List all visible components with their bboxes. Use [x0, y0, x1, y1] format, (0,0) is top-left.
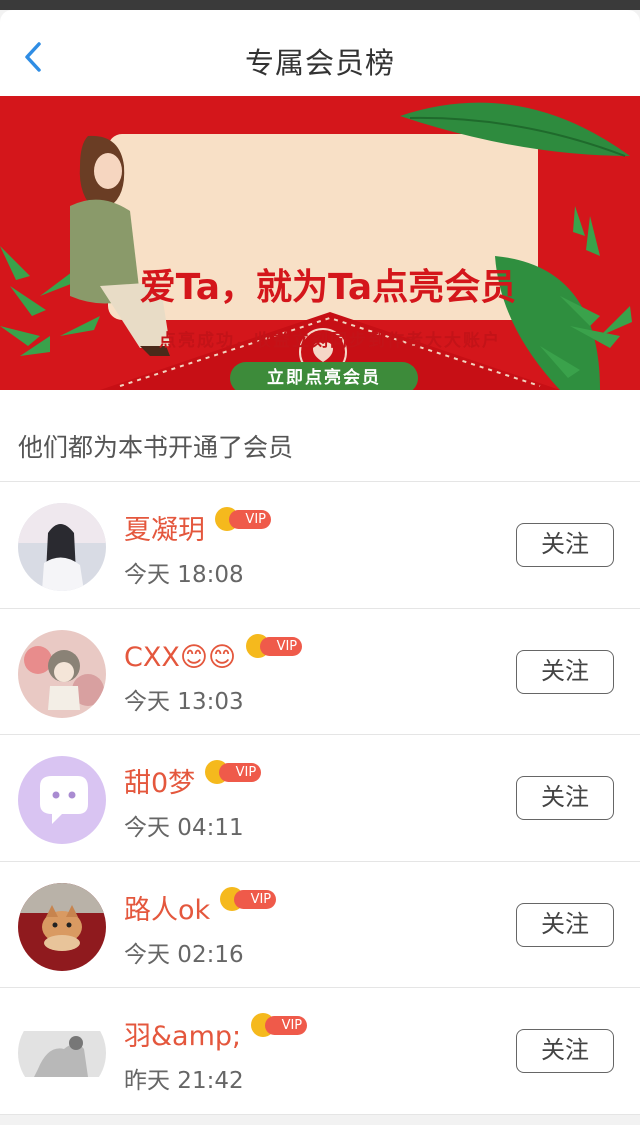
vip-badge: VIP — [205, 760, 262, 784]
list-item[interactable]: 路人ok VIP 今天 02:16 关注 — [0, 862, 640, 988]
banner-subtitle: 点亮成功，收益立刻同步到作者大大账户 — [159, 331, 501, 351]
member-name: 路人ok — [124, 894, 211, 926]
list-item[interactable]: 甜0梦 VIP 今天 04:11 关注 — [0, 735, 640, 862]
vip-badge: VIP — [251, 1013, 308, 1037]
member-name-row: 夏凝玥 VIP — [124, 507, 271, 547]
member-name-row: 路人ok VIP — [124, 886, 277, 927]
member-name-row: 羽&amp; VIP — [124, 1013, 308, 1053]
avatar[interactable] — [18, 756, 106, 844]
page-title: 专属会员榜 — [244, 46, 395, 80]
member-time: 昨天 21:42 — [124, 1068, 244, 1094]
vip-label: VIP — [234, 889, 277, 909]
vip-label: VIP — [219, 763, 262, 782]
avatar-image — [18, 1009, 106, 1097]
avatar[interactable] — [18, 882, 106, 971]
avatar[interactable] — [18, 629, 106, 718]
member-name-row: CXX😊😊 VIP — [124, 633, 303, 673]
member-time: 今天 18:08 — [124, 562, 244, 588]
vip-label: VIP — [265, 1016, 308, 1035]
vip-badge: VIP — [246, 633, 303, 658]
vip-label: VIP — [260, 636, 303, 656]
default-avatar-icon — [18, 756, 106, 844]
status-bar — [0, 0, 640, 10]
member-time: 今天 04:11 — [124, 815, 244, 841]
nav-bar: 专属会员榜 — [0, 10, 640, 96]
avatar[interactable] — [18, 1009, 106, 1097]
follow-button[interactable]: 关注 — [516, 902, 614, 947]
section-heading: 他们都为本书开通了会员 — [18, 433, 294, 462]
activate-membership-button[interactable]: 立即点亮会员 — [230, 362, 418, 390]
member-list: 夏凝玥 VIP 今天 18:08 关注 CXX😊😊 VIP 今天 13:03 关注 — [0, 482, 640, 1115]
promo-banner[interactable]: 爱Ta，就为Ta点亮会员 点亮成功，收益立刻同步到作者大大账户 立即点亮会员 — [0, 96, 640, 390]
vip-badge: VIP — [220, 886, 277, 911]
avatar[interactable] — [18, 503, 106, 591]
avatar-image — [18, 629, 106, 718]
follow-button[interactable]: 关注 — [516, 649, 614, 694]
avatar-image — [18, 503, 106, 591]
list-item[interactable]: CXX😊😊 VIP 今天 13:03 关注 — [0, 609, 640, 735]
member-name: 夏凝玥 — [124, 515, 205, 546]
members-section-header: 他们都为本书开通了会员 — [0, 390, 640, 482]
vip-label: VIP — [229, 510, 271, 529]
avatar-image — [18, 882, 106, 971]
member-name: CXX😊😊 — [124, 641, 237, 673]
member-name: 甜0梦 — [124, 768, 196, 799]
vip-badge: VIP — [215, 507, 271, 531]
member-name-row: 甜0梦 VIP — [124, 760, 262, 800]
list-item[interactable]: 羽&amp; VIP 昨天 21:42 关注 — [0, 988, 640, 1115]
follow-button[interactable]: 关注 — [516, 776, 614, 820]
member-time: 今天 02:16 — [124, 941, 244, 968]
follow-button[interactable]: 关注 — [516, 523, 614, 567]
follow-button[interactable]: 关注 — [516, 1029, 614, 1073]
list-item[interactable]: 夏凝玥 VIP 今天 18:08 关注 — [0, 482, 640, 609]
member-time: 今天 13:03 — [124, 688, 244, 715]
banner-title: 爱Ta，就为Ta点亮会员 — [139, 267, 517, 308]
member-name: 羽&amp; — [124, 1021, 242, 1052]
